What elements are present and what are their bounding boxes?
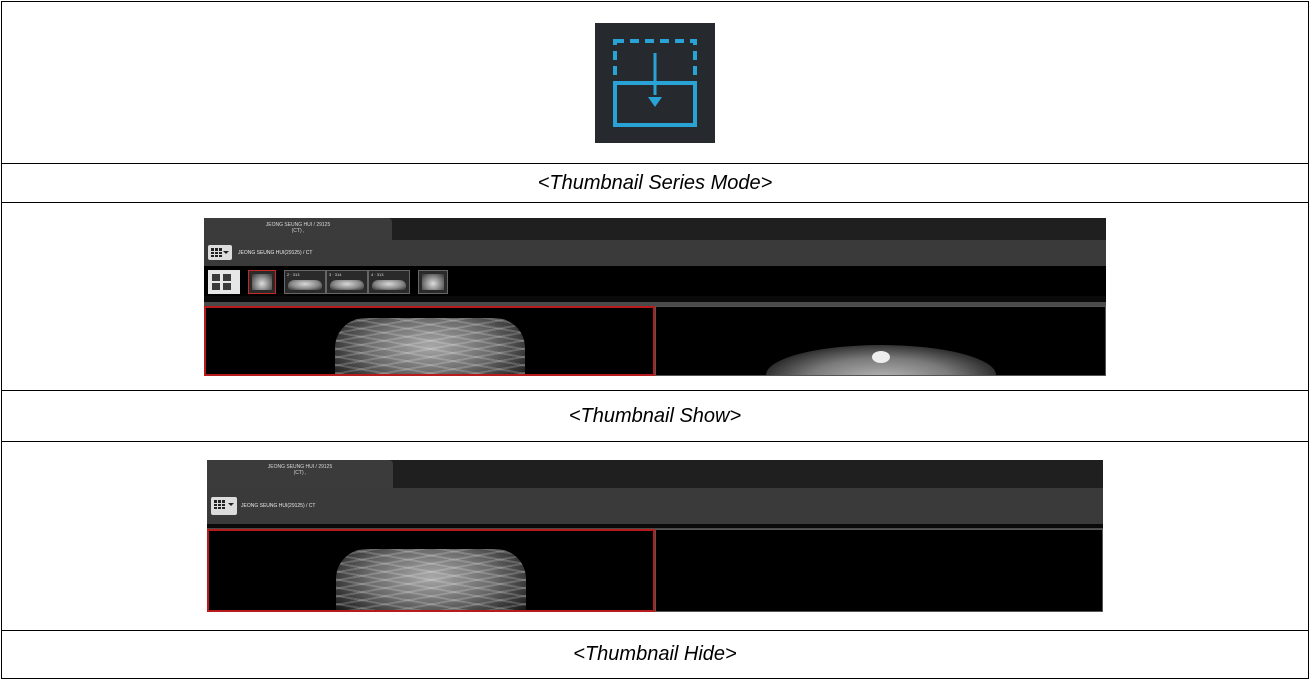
caption-show-cell: <Thumbnail Show> [1,390,1309,443]
thumbnail-image [252,273,272,290]
series-path: JEONG SEUNG HUI(29125) / CT [238,249,313,256]
thumbnail-image [372,279,406,290]
viewport-left[interactable] [204,305,655,376]
series-mode-cell-4 [223,282,231,290]
series-mode-cell-1 [212,273,220,281]
caption-series-mode: <Thumbnail Series Mode> [537,171,773,194]
thumbnail-label: 4 · 313 [371,271,384,277]
viewer-screenshot-thumbnail-show: JEONG SEUNG HUI / 29125 (CT) , JEONG SEU… [204,217,1106,376]
grid-icon [214,500,225,510]
viewport-area [204,301,1106,376]
viewport-right[interactable] [655,305,1106,376]
series-mode-glyph [613,38,697,127]
icon-cell [1,0,1309,165]
caption-hide: <Thumbnail Hide> [573,643,737,666]
caption-series-mode-cell: <Thumbnail Series Mode> [1,163,1309,204]
chest-xray-image [336,549,526,611]
chevron-down-icon [228,503,234,507]
thumbnail-item[interactable]: 2 · 313 [284,269,326,294]
thumbnail-item[interactable] [248,269,276,294]
series-mode-button[interactable] [208,269,240,294]
thumbnail-strip: 2 · 313 3 · 314 4 · 313 [204,265,1106,296]
caption-hide-cell: <Thumbnail Hide> [1,630,1309,679]
thumbnail-label: 2 · 313 [287,271,300,277]
patient-tab-subtitle: (CT) , [291,227,305,234]
viewer-screenshot-thumbnail-hide: JEONG SEUNG HUI / 29125 (CT) , JEONG SEU… [207,460,1103,613]
viewer-toolbar: JEONG SEUNG HUI(29125) / CT [207,488,1103,525]
thumbnail-image [422,273,444,290]
tab-bar: JEONG SEUNG HUI / 29125 (CT) , [207,460,1103,489]
thumbnail-image [288,279,322,290]
viewport-left[interactable] [207,529,655,613]
viewer-toolbar: JEONG SEUNG HUI(29125) / CT [204,239,1106,266]
thumbnail-image [330,279,364,290]
thumbnail-hide-cell: JEONG SEUNG HUI / 29125 (CT) , JEONG SEU… [1,441,1309,632]
thumbnail-show-cell: JEONG SEUNG HUI / 29125 (CT) , JEONG SEU… [1,202,1309,392]
viewport-right[interactable] [655,529,1103,613]
series-mode-cell-2 [223,273,231,281]
spine [871,350,890,363]
chest-xray-image [334,317,525,374]
viewport-area [207,528,1103,613]
layout-grid-button[interactable] [211,497,237,516]
thumbnail-item[interactable] [418,269,448,294]
thumbnail-item[interactable]: 3 · 314 [326,269,368,294]
caption-show: <Thumbnail Show> [568,404,742,427]
document-table: <Thumbnail Series Mode> JEONG SEUNG HUI … [1,0,1309,679]
patient-tab[interactable]: JEONG SEUNG HUI / 29125 (CT) , [204,217,392,240]
thumbnail-series-mode-icon [595,22,715,143]
grid-icon [211,247,222,257]
ct-slice-image [765,344,996,375]
thumbnail-label: 3 · 314 [329,271,342,277]
patient-tab[interactable]: JEONG SEUNG HUI / 29125 (CT) , [207,460,393,489]
layout-grid-button[interactable] [208,244,232,260]
chevron-down-icon [223,250,229,254]
tab-bar: JEONG SEUNG HUI / 29125 (CT) , [204,217,1106,240]
patient-tab-subtitle: (CT) , [293,470,307,477]
series-mode-cell-3 [212,282,220,290]
series-path: JEONG SEUNG HUI(29125) / CT [241,503,316,510]
thumbnail-item[interactable]: 4 · 313 [368,269,410,294]
